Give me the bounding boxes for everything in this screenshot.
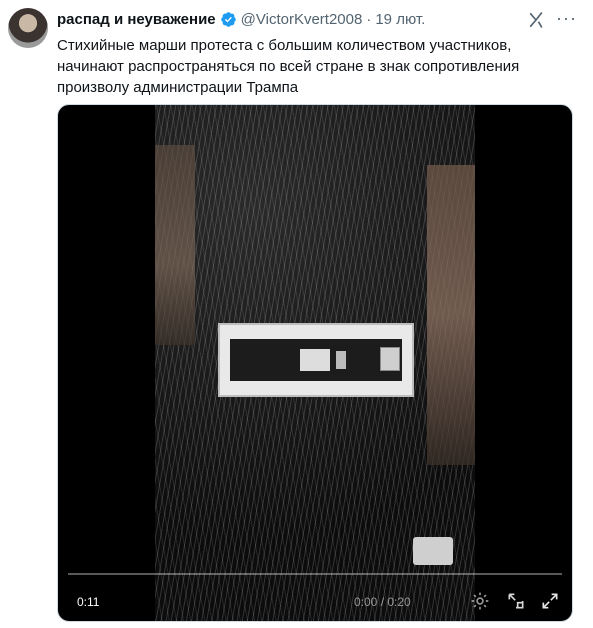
fullscreen-icon[interactable] — [540, 591, 560, 611]
picture-in-picture-icon[interactable] — [506, 591, 526, 611]
verified-badge-icon — [220, 12, 236, 27]
video-scene-stage-speaker — [300, 349, 330, 371]
more-icon[interactable]: ··· — [556, 8, 577, 29]
video-scene-stage — [218, 323, 414, 397]
video-scene-ground-left — [155, 145, 195, 345]
video-timecode: 0:00 / 0:20 — [354, 595, 411, 609]
tweet-text: Стихийные марши протеста с большим колич… — [57, 37, 520, 96]
tweet-header: распад и неуважение @VictorKvert2008 · 1… — [57, 11, 425, 28]
avatar[interactable] — [8, 8, 48, 48]
video-scene-ground-right — [427, 165, 475, 465]
video-player[interactable]: 0:11 0:00 / 0:20 — [57, 104, 573, 622]
video-scene-vehicle — [413, 537, 453, 565]
separator-dot: · — [366, 11, 372, 28]
video-scene-stage-monitor — [380, 347, 400, 371]
video-frame — [155, 105, 475, 621]
author-name[interactable]: распад и неуважение — [57, 11, 216, 28]
grok-icon[interactable] — [526, 10, 546, 30]
video-scene-stage-panel — [336, 351, 346, 369]
video-scene-stage-front — [230, 339, 402, 381]
tweet-date[interactable]: 19 лют. — [375, 11, 425, 28]
author-handle[interactable]: @VictorKvert2008 — [241, 11, 363, 28]
settings-icon[interactable] — [470, 591, 490, 611]
video-progress-bar[interactable] — [68, 573, 562, 575]
video-elapsed-time: 0:11 — [77, 595, 100, 609]
